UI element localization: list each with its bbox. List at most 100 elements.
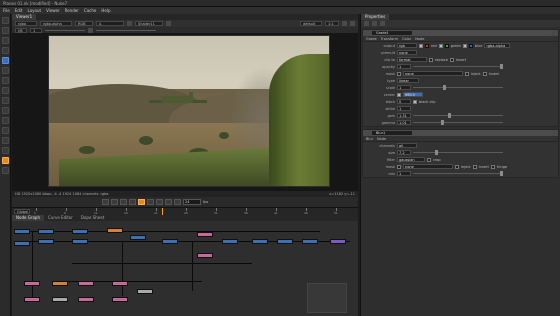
center-field[interactable]: 960.5: [403, 92, 423, 97]
play-backward-icon[interactable]: [129, 199, 136, 205]
tab-properties[interactable]: Properties: [361, 14, 390, 20]
node[interactable]: [130, 235, 146, 240]
input-a-dropdown[interactable]: A: [96, 21, 124, 26]
black-clip-checkbox[interactable]: [413, 99, 417, 104]
node[interactable]: [330, 239, 346, 244]
3d-icon[interactable]: [1, 107, 9, 114]
next-frame-icon[interactable]: [156, 199, 163, 205]
white-field[interactable]: 1: [397, 106, 411, 111]
display-dropdown[interactable]: RGB: [75, 21, 93, 26]
black-field[interactable]: 0: [397, 99, 411, 104]
gamma-icon[interactable]: [88, 27, 93, 33]
invert-checkbox[interactable]: [472, 164, 477, 169]
play-forward-icon[interactable]: [147, 199, 154, 205]
wipe-icon[interactable]: [127, 21, 132, 26]
node-name-field[interactable]: Grade1: [372, 31, 412, 35]
close-icon[interactable]: [551, 30, 556, 36]
scale-field[interactable]: 1: [397, 85, 411, 90]
node[interactable]: [72, 229, 88, 234]
gamma-slider[interactable]: [413, 120, 503, 125]
timeline-mode[interactable]: Global: [14, 209, 30, 214]
plugins-icon[interactable]: [1, 167, 9, 174]
mask-dropdown[interactable]: none: [403, 164, 453, 169]
wipe-toggle-icon[interactable]: [166, 21, 171, 26]
gamma-field[interactable]: 1.01: [397, 120, 411, 125]
tab-color[interactable]: Color: [402, 36, 411, 41]
clear-panels-icon[interactable]: [372, 21, 377, 26]
transform-icon[interactable]: [1, 97, 9, 104]
first-frame-icon[interactable]: [102, 199, 109, 205]
read-node[interactable]: [14, 229, 30, 234]
node[interactable]: [78, 297, 94, 302]
mask-invert-checkbox[interactable]: [482, 71, 487, 76]
menu-layout[interactable]: Layout: [27, 7, 41, 14]
tab-node[interactable]: Node: [415, 36, 424, 41]
node[interactable]: [137, 289, 153, 294]
collapse-icon[interactable]: [365, 30, 370, 36]
frame-field[interactable]: 24: [183, 199, 201, 205]
node[interactable]: [52, 297, 68, 302]
metadata-icon[interactable]: [1, 127, 9, 134]
type-dropdown[interactable]: linear: [397, 78, 419, 83]
node[interactable]: [107, 228, 123, 233]
filter-icon[interactable]: [1, 67, 9, 74]
node[interactable]: [38, 229, 54, 234]
gain-field[interactable]: 1: [30, 27, 42, 33]
mask-checkbox[interactable]: [397, 164, 401, 169]
menu-render[interactable]: Render: [65, 7, 79, 14]
output-dropdown[interactable]: rgb: [397, 43, 417, 48]
node[interactable]: [252, 239, 268, 244]
node[interactable]: [112, 297, 128, 302]
close-icon[interactable]: [551, 130, 556, 136]
node[interactable]: [38, 239, 54, 244]
scale-slider[interactable]: [413, 85, 503, 90]
furnace-icon[interactable]: [1, 157, 9, 164]
inject-checkbox[interactable]: [455, 164, 459, 169]
toolsets-icon[interactable]: [1, 137, 9, 144]
mix-field[interactable]: 1: [397, 171, 411, 176]
roi-icon[interactable]: [342, 21, 347, 26]
other-icon[interactable]: [1, 147, 9, 154]
menu-cache[interactable]: Cache: [84, 7, 96, 14]
blue-checkbox[interactable]: [462, 43, 467, 48]
green-checkbox[interactable]: [438, 43, 443, 48]
lock-panels-icon[interactable]: [380, 21, 385, 26]
node[interactable]: [222, 239, 238, 244]
red-checkbox[interactable]: [419, 43, 423, 48]
node-name-field[interactable]: Blur1: [372, 131, 412, 135]
menu-viewer[interactable]: Viewer: [46, 7, 60, 14]
filter-dropdown[interactable]: gaussian: [397, 157, 425, 162]
node[interactable]: [302, 239, 318, 244]
channel-icon[interactable]: [1, 47, 9, 54]
collapse-icon[interactable]: [365, 130, 370, 136]
node[interactable]: [24, 297, 40, 302]
gain-slider[interactable]: [413, 113, 503, 118]
image-icon[interactable]: [1, 17, 9, 24]
proxy-dropdown[interactable]: default: [300, 21, 322, 26]
node[interactable]: [14, 241, 30, 246]
inject-checkbox[interactable]: [465, 71, 469, 76]
max-panels-icon[interactable]: [364, 21, 369, 26]
node[interactable]: [162, 239, 178, 244]
crop-checkbox[interactable]: [427, 157, 431, 162]
keyer-icon[interactable]: [1, 77, 9, 84]
tab-blur[interactable]: Blur: [366, 136, 373, 141]
node[interactable]: [72, 239, 88, 244]
node[interactable]: [78, 281, 94, 286]
lock-icon[interactable]: [350, 21, 355, 26]
center-checkbox[interactable]: [397, 92, 401, 97]
premult-dropdown[interactable]: none: [397, 50, 417, 55]
node[interactable]: [277, 239, 293, 244]
views-icon[interactable]: [1, 117, 9, 124]
next-key-icon[interactable]: [165, 199, 172, 205]
draw-icon[interactable]: [1, 27, 9, 34]
mask-checkbox[interactable]: [397, 71, 401, 76]
menu-help[interactable]: Help: [101, 7, 110, 14]
prev-key-icon[interactable]: [111, 199, 118, 205]
clip-dropdown[interactable]: format: [397, 57, 427, 62]
tab-transform[interactable]: Transform: [381, 36, 398, 41]
invert-checkbox[interactable]: [449, 57, 454, 62]
time-icon[interactable]: [1, 37, 9, 44]
gain-slider[interactable]: [45, 29, 85, 31]
opacity-slider[interactable]: [413, 64, 503, 69]
